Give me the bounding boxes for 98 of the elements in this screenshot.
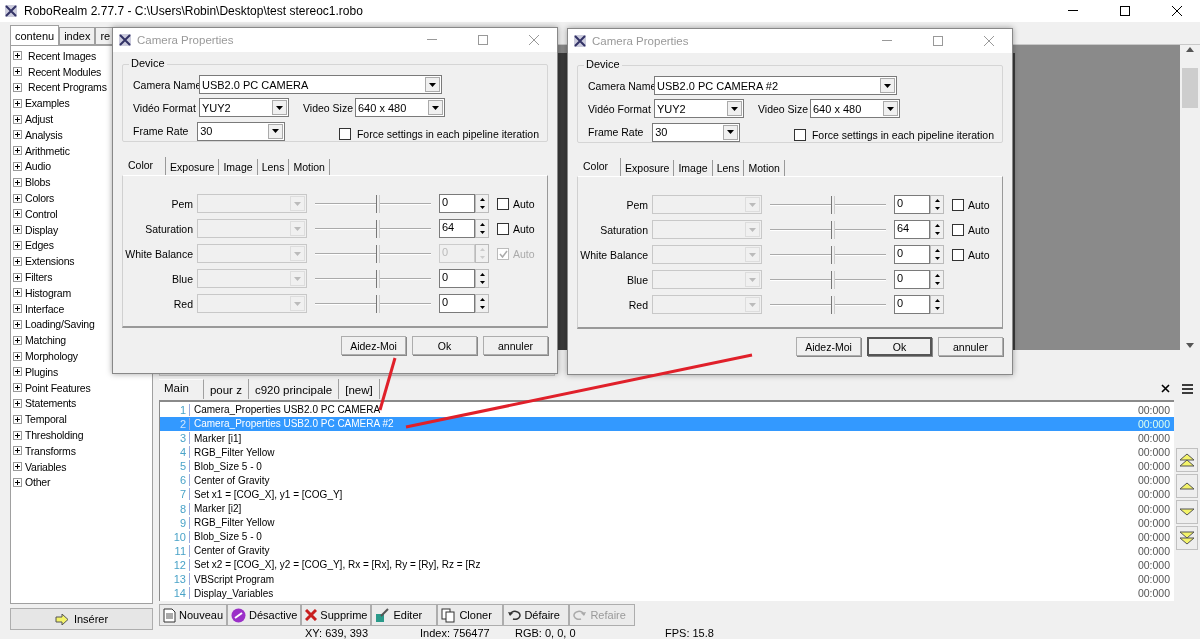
toolbar-button[interactable]: Défaire bbox=[503, 604, 570, 626]
tree-item[interactable]: Arithmetic bbox=[13, 142, 152, 159]
pipeline-row[interactable]: 6 Center of Gravity 00:000 bbox=[160, 473, 1174, 488]
checkbox-label: Auto bbox=[513, 197, 535, 210]
tree-item[interactable]: Morphology bbox=[13, 348, 152, 364]
field-label: Video Size bbox=[758, 103, 809, 115]
pipeline-row[interactable]: 13 VBScript Program 00:000 bbox=[160, 571, 1174, 587]
status-text: Index: 756477 bbox=[420, 627, 491, 639]
dialog-title: Camera Properties bbox=[592, 35, 690, 47]
tree-item[interactable]: Blobs bbox=[13, 174, 152, 191]
value-field[interactable]: 0 bbox=[894, 295, 930, 314]
value-field[interactable]: 0 bbox=[439, 294, 475, 313]
pipeline-row[interactable]: 7 Set x1 = [COG_X], y1 = [COG_Y] 00:000 bbox=[160, 487, 1174, 502]
status-text: RGB: 0, 0, 0 bbox=[515, 627, 577, 639]
field-label: Vidéo Format bbox=[133, 102, 197, 114]
frame-rate-dropdown[interactable]: 30 bbox=[197, 121, 285, 141]
checkbox-label: Auto bbox=[968, 248, 990, 261]
field-label: Vidéo Format bbox=[588, 103, 652, 115]
slider-label: Saturation bbox=[144, 222, 194, 235]
slider-label: Pem bbox=[170, 197, 194, 210]
pipeline-row[interactable]: 5 Blob_Size 5 - 0 00:000 bbox=[160, 459, 1174, 474]
pipeline-row[interactable]: 9 RGB_Filter Yellow 00:000 bbox=[160, 515, 1174, 530]
checkbox-label: Force settings in each pipeline iteration bbox=[811, 129, 994, 142]
video-format-dropdown[interactable]: YUY2 bbox=[199, 98, 289, 118]
pipeline-row[interactable]: 8 Marker [i2] 00:000 bbox=[160, 501, 1174, 516]
value-field[interactable]: 0 bbox=[894, 270, 930, 289]
dialog-button[interactable]: Aidez-Moi bbox=[341, 336, 406, 355]
window-title: RoboRealm 2.77.7 - C:\Users\Robin\Desktop\test stereoc1.robo bbox=[24, 4, 364, 18]
toolbar-button[interactable]: Editer bbox=[371, 604, 438, 626]
value-field[interactable]: 64 bbox=[894, 220, 930, 239]
toolbar-button[interactable]: Désactive bbox=[227, 604, 302, 626]
value-field[interactable]: 0 bbox=[439, 194, 475, 213]
value-field[interactable]: 0 bbox=[894, 245, 930, 264]
insert-button[interactable]: Insérer bbox=[10, 608, 153, 630]
tree-item[interactable]: Interface bbox=[13, 300, 152, 317]
tree-item[interactable]: Plugins bbox=[13, 363, 152, 380]
value-field[interactable]: 0 bbox=[894, 195, 930, 214]
field-label: Video Size bbox=[303, 102, 354, 114]
tree-item[interactable]: Variables bbox=[13, 458, 152, 475]
toolbar-button[interactable]: Cloner bbox=[437, 604, 504, 626]
tree-item[interactable]: Temporal bbox=[13, 411, 152, 428]
camera-name-dropdown[interactable]: USB2.0 PC CAMERA #2 bbox=[654, 76, 897, 96]
tree-item[interactable]: Other bbox=[13, 474, 152, 491]
tab[interactable]: Main bbox=[159, 378, 204, 399]
tree-item[interactable]: Loading/Saving bbox=[13, 316, 152, 333]
checkbox-label: Force settings in each pipeline iteration bbox=[356, 128, 539, 141]
field-label: Frame Rate bbox=[133, 125, 190, 138]
pipeline-row[interactable]: 1 Camera_Properties USB2.0 PC CAMERA 00:000 bbox=[160, 402, 1174, 417]
tree-item[interactable]: Filters bbox=[13, 269, 152, 285]
video-size-dropdown[interactable]: 640 x 480 bbox=[810, 99, 900, 119]
pipeline-row[interactable]: 3 Marker [i1] 00:000 bbox=[160, 431, 1174, 446]
checkbox-label: Auto bbox=[968, 223, 990, 236]
slider-label: Red bbox=[627, 298, 649, 311]
slider-label: Red bbox=[172, 297, 194, 310]
slider-label: White Balance bbox=[124, 247, 194, 260]
pipeline-row[interactable]: 14 Display_Variables 00:000 bbox=[160, 586, 1174, 601]
dialog-button[interactable]: Ok bbox=[867, 337, 932, 356]
tree-item[interactable]: Adjust bbox=[13, 111, 152, 127]
value-field[interactable]: 64 bbox=[439, 219, 475, 238]
dialog-button[interactable]: annuler bbox=[483, 336, 548, 355]
group-label: Device bbox=[129, 57, 167, 69]
tree-item[interactable]: Histogram bbox=[13, 284, 152, 301]
pipeline-row[interactable]: 10 Blob_Size 5 - 0 00:000 bbox=[160, 529, 1174, 544]
slider-label: Blue bbox=[626, 273, 649, 286]
tab[interactable]: contenu bbox=[10, 25, 60, 45]
pipeline-row[interactable]: 12 Set x2 = [COG_X], y2 = [COG_Y], Rx = [Rx], Ry = [Ry], Rz = [Rz 00:000 bbox=[160, 557, 1174, 572]
slider-label: Pem bbox=[625, 198, 649, 211]
status-text: FPS: 15.8 bbox=[665, 627, 715, 639]
tree-item[interactable]: Control bbox=[13, 205, 152, 222]
status-text: XY: 639, 393 bbox=[305, 627, 369, 639]
slider-label: Blue bbox=[171, 272, 194, 285]
video-format-dropdown[interactable]: YUY2 bbox=[654, 99, 744, 119]
tree-item[interactable]: Point Features bbox=[13, 379, 152, 396]
group-label: Device bbox=[584, 58, 622, 70]
tree-item[interactable]: Transforms bbox=[13, 442, 152, 459]
tab[interactable]: index bbox=[59, 27, 96, 45]
pipeline-row[interactable]: 11 Center of Gravity 00:000 bbox=[160, 543, 1174, 558]
dialog-title: Camera Properties bbox=[137, 34, 235, 46]
camera-name-dropdown[interactable]: USB2.0 PC CAMERA bbox=[199, 75, 442, 95]
video-size-dropdown[interactable]: 640 x 480 bbox=[355, 98, 445, 118]
slider-label: White Balance bbox=[579, 248, 649, 261]
tree-item[interactable]: Colors bbox=[13, 190, 152, 206]
field-label: Frame Rate bbox=[588, 126, 645, 139]
tree-item[interactable]: Thresholding bbox=[13, 427, 152, 443]
tree-item[interactable]: Matching bbox=[13, 332, 152, 349]
pipeline-row[interactable]: 4 RGB_Filter Yellow 00:000 bbox=[160, 445, 1174, 460]
tree-item[interactable]: Statements bbox=[13, 395, 152, 412]
frame-rate-dropdown[interactable]: 30 bbox=[652, 122, 740, 142]
dialog-button[interactable]: annuler bbox=[938, 337, 1003, 356]
checkbox-label: Auto bbox=[513, 222, 535, 235]
dialog-button[interactable]: Ok bbox=[412, 336, 477, 355]
toolbar-button[interactable]: Supprime bbox=[301, 604, 372, 626]
checkbox-label: Auto bbox=[513, 247, 535, 260]
slider-label: Saturation bbox=[599, 223, 649, 236]
checkbox-label: Auto bbox=[968, 198, 990, 211]
dialog-button[interactable]: Aidez-Moi bbox=[796, 337, 861, 356]
toolbar-button[interactable]: Nouveau bbox=[159, 604, 228, 626]
value-field[interactable]: 0 bbox=[439, 269, 475, 288]
